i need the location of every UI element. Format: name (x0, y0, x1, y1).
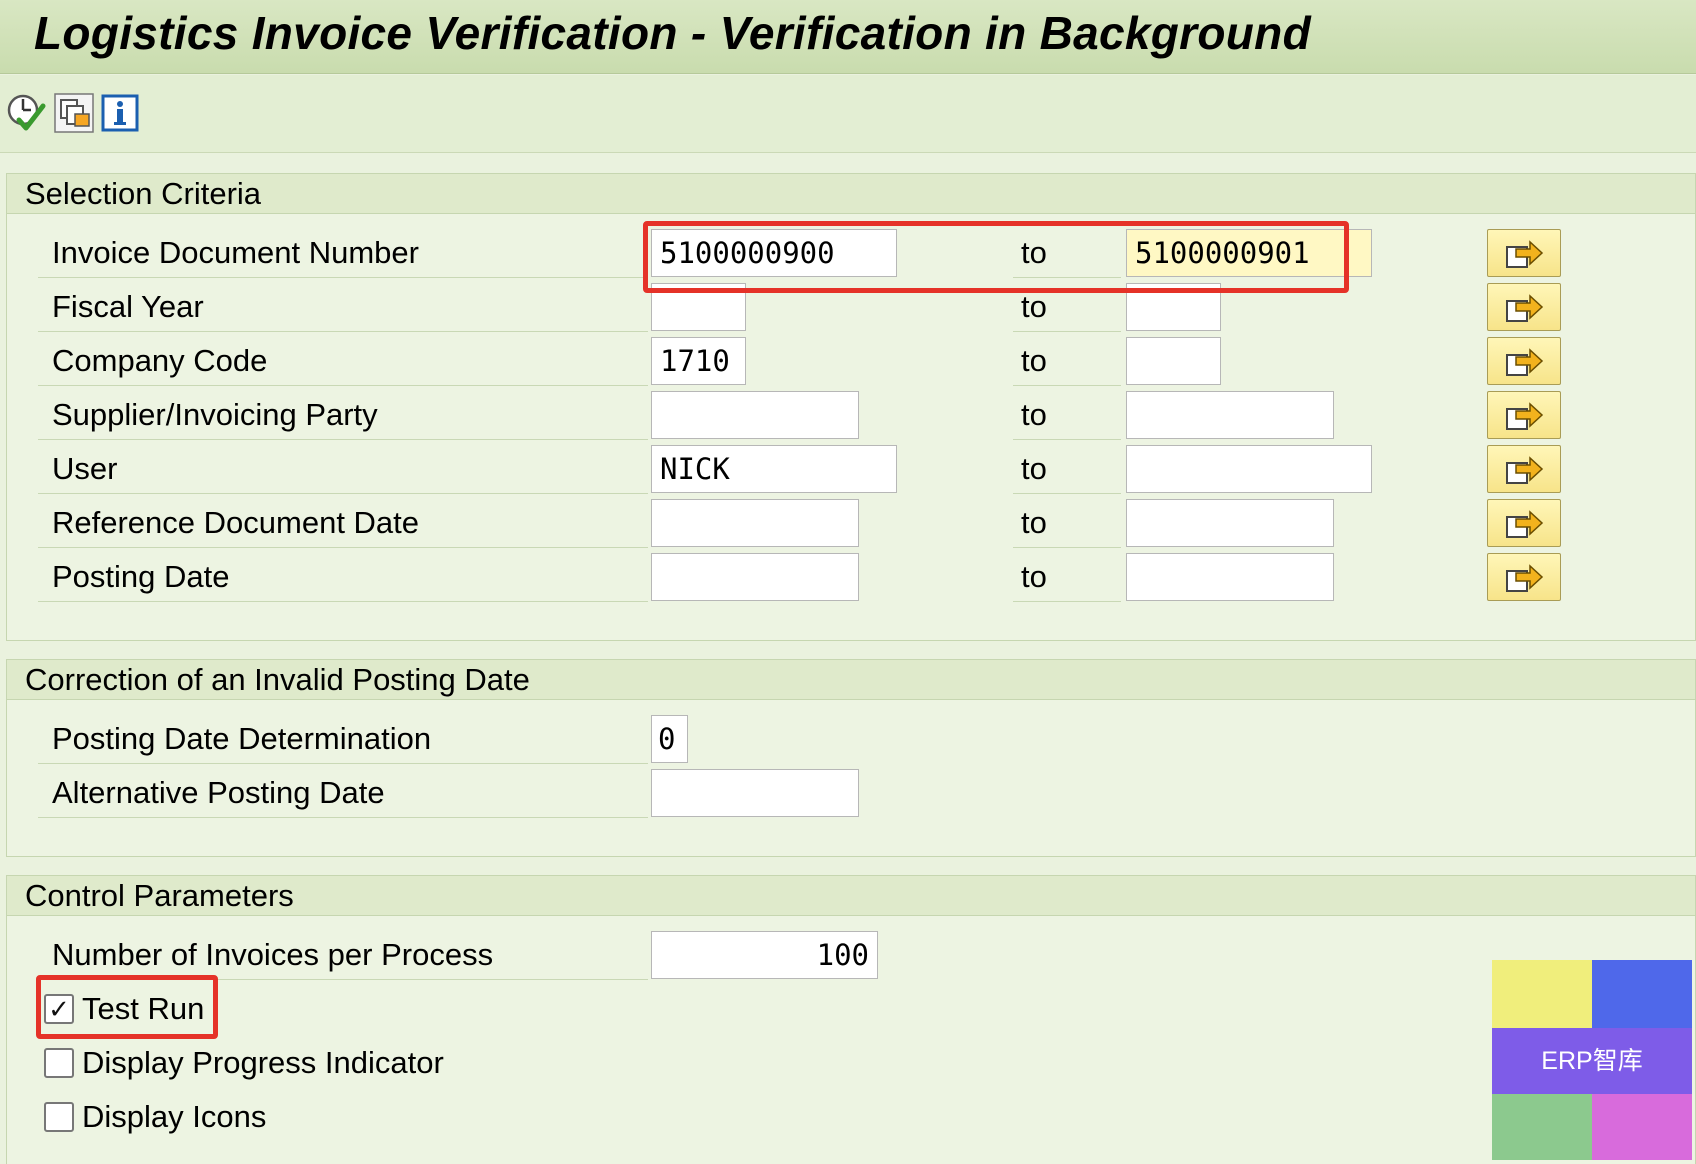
company-code-from-input[interactable]: 1710 (651, 337, 746, 385)
info-icon (101, 94, 139, 132)
reference-date-from-input[interactable] (651, 499, 859, 547)
display-icons-label: Display Icons (82, 1099, 267, 1134)
posting-date-determination-input[interactable]: 0 (651, 715, 688, 763)
row-company-code: Company Code 1710 to (38, 336, 1658, 386)
display-icons-row: Display Icons (42, 1095, 742, 1139)
title-bar: Logistics Invoice Verification - Verific… (0, 0, 1696, 74)
posting-date-from-input[interactable] (651, 553, 859, 601)
supplier-invoicing-party-label: Supplier/Invoicing Party (38, 390, 648, 440)
watermark-logo: ERP智库 (1492, 960, 1692, 1160)
watermark-text: ERP智库 (1492, 1028, 1692, 1094)
supplier-to-input[interactable] (1126, 391, 1334, 439)
invoice-document-number-to-input[interactable]: 5100000901 (1126, 229, 1372, 277)
user-label: User (38, 444, 648, 494)
user-to-input[interactable] (1126, 445, 1372, 493)
correction-heading: Correction of an Invalid Posting Date (7, 660, 1695, 700)
posting-date-to-input[interactable] (1126, 553, 1334, 601)
display-icons-checkbox[interactable] (44, 1102, 74, 1132)
display-progress-label: Display Progress Indicator (82, 1045, 444, 1080)
reference-document-date-label: Reference Document Date (38, 498, 648, 548)
multiple-selection-icon (1506, 510, 1544, 538)
fiscal-year-to-input[interactable] (1126, 283, 1221, 331)
row-posting-date: Posting Date to (38, 552, 1658, 602)
row-fiscal-year: Fiscal Year to (38, 282, 1658, 332)
info-button[interactable] (98, 90, 142, 136)
fiscal-year-from-input[interactable] (651, 283, 746, 331)
row-invoice-document-number: Invoice Document Number 5100000900 to 51… (38, 228, 1658, 278)
row-reference-document-date: Reference Document Date to (38, 498, 1658, 548)
selection-criteria-heading: Selection Criteria (7, 174, 1695, 214)
posting-date-determination-label: Posting Date Determination (38, 714, 648, 764)
multiple-selection-button[interactable] (1487, 553, 1561, 601)
alternative-posting-date-label: Alternative Posting Date (38, 768, 648, 818)
row-supplier-invoicing-party: Supplier/Invoicing Party to (38, 390, 1658, 440)
invoice-document-number-from-input[interactable]: 5100000900 (651, 229, 897, 277)
to-label: to (1013, 390, 1121, 440)
multiple-selection-icon (1506, 456, 1544, 484)
to-label: to (1013, 228, 1121, 278)
row-user: User NICK to (38, 444, 1658, 494)
test-run-checkbox[interactable]: ✓ (44, 994, 74, 1024)
to-label: to (1013, 498, 1121, 548)
test-run-row: ✓ Test Run (42, 987, 742, 1031)
row-posting-date-determination: Posting Date Determination 0 (38, 714, 1658, 764)
multiple-selection-icon (1506, 240, 1544, 268)
posting-date-label: Posting Date (38, 552, 648, 602)
multiple-selection-icon (1506, 348, 1544, 376)
execute-icon (7, 94, 46, 131)
row-invoices-per-process: Number of Invoices per Process 100 (38, 930, 1658, 980)
control-parameters-heading: Control Parameters (7, 876, 1695, 916)
multiple-selection-icon (1506, 564, 1544, 592)
page-title: Logistics Invoice Verification - Verific… (34, 7, 1311, 59)
multiple-selection-icon (1506, 402, 1544, 430)
invoice-document-number-label: Invoice Document Number (38, 228, 648, 278)
test-run-label: Test Run (82, 991, 205, 1026)
checkmark-icon: ✓ (48, 994, 70, 1024)
invoices-per-process-label: Number of Invoices per Process (38, 930, 648, 980)
row-alternative-posting-date: Alternative Posting Date (38, 768, 1658, 818)
display-progress-row: Display Progress Indicator (42, 1041, 742, 1085)
to-label: to (1013, 336, 1121, 386)
to-label: to (1013, 444, 1121, 494)
to-label: to (1013, 282, 1121, 332)
supplier-from-input[interactable] (651, 391, 859, 439)
fiscal-year-label: Fiscal Year (38, 282, 648, 332)
application-toolbar (0, 75, 1696, 153)
multiple-selection-button[interactable] (1487, 499, 1561, 547)
get-variant-button[interactable] (52, 90, 96, 136)
company-code-to-input[interactable] (1126, 337, 1221, 385)
save-variant-icon (54, 93, 94, 133)
multiple-selection-button[interactable] (1487, 391, 1561, 439)
invoices-per-process-input[interactable]: 100 (651, 931, 878, 979)
company-code-label: Company Code (38, 336, 648, 386)
reference-date-to-input[interactable] (1126, 499, 1334, 547)
user-from-input[interactable]: NICK (651, 445, 897, 493)
to-label: to (1013, 552, 1121, 602)
execute-button[interactable] (4, 90, 48, 136)
alternative-posting-date-input[interactable] (651, 769, 859, 817)
display-progress-checkbox[interactable] (44, 1048, 74, 1078)
multiple-selection-button[interactable] (1487, 229, 1561, 277)
multiple-selection-button[interactable] (1487, 337, 1561, 385)
multiple-selection-icon (1506, 294, 1544, 322)
multiple-selection-button[interactable] (1487, 445, 1561, 493)
multiple-selection-button[interactable] (1487, 283, 1561, 331)
